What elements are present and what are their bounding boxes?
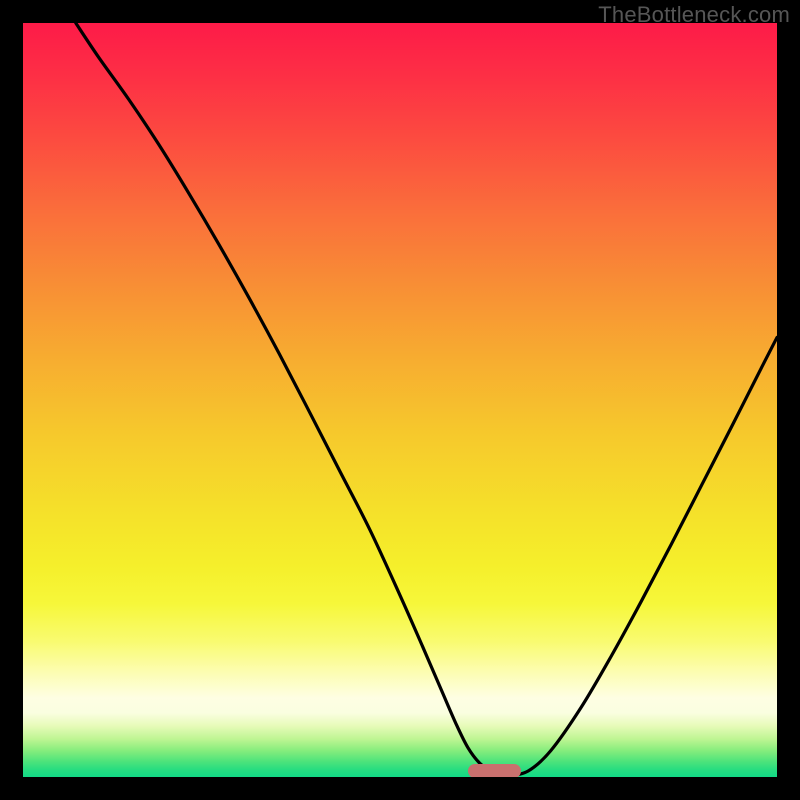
watermark-text: TheBottleneck.com — [598, 2, 790, 28]
plot-area — [23, 23, 777, 777]
optimal-marker — [468, 764, 521, 777]
chart-frame: TheBottleneck.com — [0, 0, 800, 800]
bottleneck-curve — [23, 23, 777, 777]
